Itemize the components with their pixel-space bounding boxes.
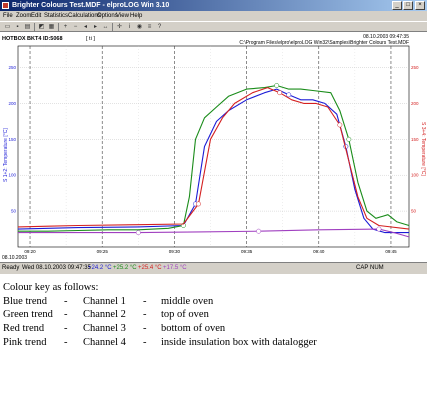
scroll-right-icon[interactable]: ▸ [91,23,100,31]
y-tick-label-left: 150 [8,137,16,142]
trend-name: Green trend [3,309,53,321]
status-bar: Ready CAP NUM Wed 08.10.2003 09:47:35 +24… [0,262,427,274]
dash: - [64,295,68,307]
y-tick-label-left: 250 [8,65,16,70]
location-desc: middle oven [161,295,214,307]
title-bar[interactable]: Brighter Colours Test.MDF - elproLOG Win… [0,0,427,11]
series-marker-channel-3 [196,201,201,207]
y-tick-label-right: 250 [411,65,419,70]
y-right-label: S 3+4: Temperature [°C] [420,122,426,176]
x-tick-label: 09:35 [241,249,253,254]
dash: - [143,336,147,348]
dash: - [64,336,68,348]
toolbar-separator [58,23,59,31]
save-icon[interactable]: ▪ [13,23,22,31]
help-icon[interactable]: ? [155,23,164,31]
y-tick-label-right: 100 [411,173,419,178]
status-ready: Ready [2,265,20,271]
series-marker-channel-1 [286,92,292,98]
x-tick-label: 09:40 [313,249,325,254]
dash: - [143,309,147,321]
menu-calculations[interactable]: Calculations [68,11,101,21]
toolbar-separator [34,23,35,31]
trend-name: Red trend [3,323,45,335]
dash: - [64,323,68,335]
series-marker-channel-4 [256,228,262,234]
location-desc: inside insulation box with datalogger [161,336,317,348]
series-marker-channel-4 [376,226,382,232]
x-tick-label: 09:20 [24,249,36,254]
series-marker-channel-4 [135,230,141,236]
menu-file[interactable]: File [3,11,13,21]
close-button[interactable]: × [415,1,425,10]
status-cap: CAP [356,265,369,271]
menu-options[interactable]: Options [97,11,118,21]
menu-zoom[interactable]: Zoom [16,11,31,21]
dash: - [64,309,68,321]
minimize-button[interactable]: _ [392,1,402,10]
dash: - [143,295,147,307]
x-start-date: 08.10.2003 [2,255,27,261]
status-datetime: Wed 08.10.2003 09:47:35 [22,265,91,271]
print-icon[interactable]: ▤ [23,23,32,31]
y-tick-label-right: 150 [411,137,419,142]
zoom-out-icon[interactable]: − [71,23,80,31]
window-title: Brighter Colours Test.MDF - elproLOG Win… [12,2,170,9]
temperature-chart[interactable]: HOTBOX BKT4 ID:5068 [ ti ] 08.10.2003 09… [0,32,427,262]
channel-name: Channel 4 [83,336,126,348]
device-label: HOTBOX BKT4 ID:5068 [2,36,63,42]
scroll-left-icon[interactable]: ◂ [81,23,90,31]
location-desc: top of oven [161,309,209,321]
table-icon[interactable]: ▦ [47,23,56,31]
status-num: NUM [370,265,384,271]
channel-name: Channel 2 [83,309,126,321]
marker-label: [ ti ] [86,36,95,42]
info-icon[interactable]: i [125,23,134,31]
menu-bar: File Zoom Edit Statistics Calculations O… [0,11,427,21]
channel-name: Channel 1 [83,295,126,307]
y-tick-label-left: 200 [8,101,16,106]
series-marker-channel-2 [346,136,352,142]
trend-name: Pink trend [3,336,47,348]
y-tick-label-right: 50 [411,209,417,214]
status-readout-channel-2: +25.2 °C [113,265,137,271]
app-window: Brighter Colours Test.MDF - elproLOG Win… [0,0,427,274]
series-marker-channel-3 [277,90,283,96]
series-marker-channel-3 [337,122,343,128]
status-readout-channel-4: +17.5 °C [163,265,187,271]
heading-text: Colour key as follows: [3,282,99,293]
status-readout-channel-1: +24.2 °C [88,265,112,271]
dash: - [143,323,147,335]
menu-statistics[interactable]: Statistics [44,11,68,21]
toolbar: ▭ ▪ ▤ ◩ ▦ + − ◂ ▸ ↔ ✛ i ◉ ≡ ? [0,21,427,32]
chart-icon[interactable]: ◩ [37,23,46,31]
status-readout-channel-3: +25.4 °C [138,265,162,271]
y-tick-label-left: 50 [11,209,17,214]
app-icon[interactable] [2,2,9,9]
toolbar-separator [112,23,113,31]
menu-edit[interactable]: Edit [31,11,41,21]
y-left-label: S 1+2: Temperature [°C] [3,128,9,182]
location-desc: bottom of oven [161,323,226,335]
x-tick-label: 09:45 [385,249,397,254]
chart-area: HOTBOX BKT4 ID:5068 [ ti ] 08.10.2003 09… [0,32,427,262]
eye-icon[interactable]: ◉ [135,23,144,31]
x-tick-label: 09:30 [169,249,181,254]
menu-help[interactable]: Help [130,11,142,21]
open-icon[interactable]: ▭ [3,23,12,31]
menu-view[interactable]: View [116,11,129,21]
y-tick-label-left: 100 [8,173,16,178]
trend-name: Blue trend [3,295,48,307]
y-tick-label-right: 200 [411,101,419,106]
cursor-icon[interactable]: ✛ [115,23,124,31]
layers-icon[interactable]: ≡ [145,23,154,31]
x-tick-label: 09:25 [97,249,109,254]
zoom-in-icon[interactable]: + [61,23,70,31]
channel-name: Channel 3 [83,323,126,335]
maximize-button[interactable]: □ [403,1,413,10]
fit-icon[interactable]: ↔ [101,23,110,31]
series-marker-channel-2 [274,83,280,88]
file-path: C:\Program Files\elpro\elproLOG Win32\Sa… [239,40,409,46]
